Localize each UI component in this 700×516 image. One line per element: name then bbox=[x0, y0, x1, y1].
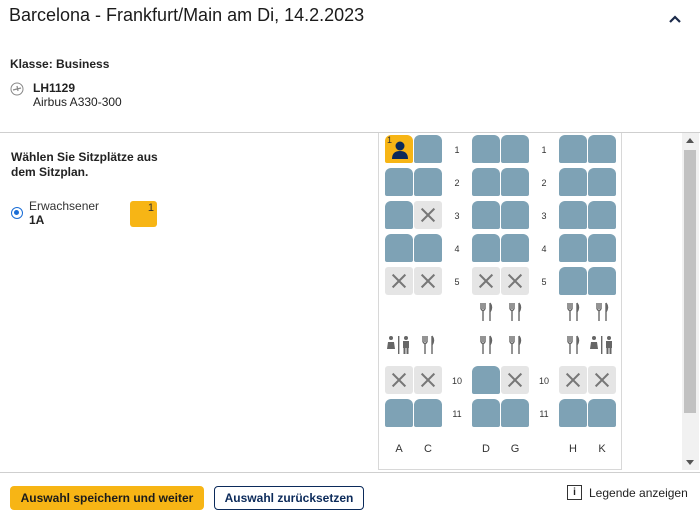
seat-5C bbox=[414, 267, 442, 295]
seat-5A bbox=[385, 267, 413, 295]
galley-icon bbox=[472, 334, 500, 356]
seat-10K bbox=[588, 366, 616, 394]
row-number: 4 bbox=[541, 244, 547, 254]
seat-5D bbox=[472, 267, 500, 295]
row-number: 11 bbox=[452, 409, 462, 419]
plane-icon bbox=[10, 82, 24, 96]
seat-10C bbox=[414, 366, 442, 394]
seat-2A[interactable] bbox=[385, 168, 413, 196]
scroll-thumb[interactable] bbox=[684, 150, 696, 413]
seat-2D[interactable] bbox=[472, 168, 500, 196]
seat-11D[interactable] bbox=[472, 399, 500, 427]
seat-1H[interactable] bbox=[559, 135, 587, 163]
seat-11H[interactable] bbox=[559, 399, 587, 427]
seat-instruction: Wählen Sie Sitzplätze aus dem Sitzplan. bbox=[11, 150, 158, 179]
seatmap-scrollbar[interactable] bbox=[682, 133, 699, 470]
column-label: A bbox=[395, 443, 403, 455]
flight-header: Barcelona - Frankfurt/Main am Di, 14.2.2… bbox=[0, 0, 700, 36]
row-number: 11 bbox=[539, 409, 549, 419]
row-number: 10 bbox=[538, 376, 549, 386]
passenger-index: 1 bbox=[147, 202, 154, 214]
column-label: C bbox=[424, 443, 432, 455]
galley-icon bbox=[559, 301, 587, 323]
row-number: 4 bbox=[454, 244, 460, 254]
chevron-up-icon[interactable] bbox=[666, 10, 684, 28]
seat-11C[interactable] bbox=[414, 399, 442, 427]
seat-map: 1 1 1 2 2 3 3 4 4 5 5 10 10 11 11 A C D G H K bbox=[378, 133, 622, 470]
seat-4C[interactable] bbox=[414, 234, 442, 262]
row-number: 10 bbox=[451, 376, 462, 386]
seat-11A[interactable] bbox=[385, 399, 413, 427]
seat-1D[interactable] bbox=[472, 135, 500, 163]
lavatory-icon bbox=[385, 334, 413, 356]
person-icon bbox=[392, 141, 408, 159]
galley-icon bbox=[588, 301, 616, 323]
seat-2H[interactable] bbox=[559, 168, 587, 196]
seat-1C[interactable] bbox=[414, 135, 442, 163]
galley-icon bbox=[414, 334, 442, 356]
seat-11G[interactable] bbox=[501, 399, 529, 427]
aircraft-type: Airbus A330-300 bbox=[33, 95, 122, 109]
reset-selection-button[interactable]: Auswahl zurücksetzen bbox=[214, 486, 364, 510]
seat-5H[interactable] bbox=[559, 267, 587, 295]
seat-10D[interactable] bbox=[472, 366, 500, 394]
galley-icon bbox=[472, 301, 500, 323]
lavatory-icon bbox=[588, 334, 616, 356]
galley-icon bbox=[501, 301, 529, 323]
row-number: 5 bbox=[454, 277, 460, 287]
class-label: Klasse: Business bbox=[10, 57, 110, 71]
seat-2C[interactable] bbox=[414, 168, 442, 196]
scroll-up-arrow-icon[interactable] bbox=[686, 138, 694, 143]
row-number: 5 bbox=[541, 277, 547, 287]
galley-icon bbox=[501, 334, 529, 356]
seat-2G[interactable] bbox=[501, 168, 529, 196]
row-number: 3 bbox=[454, 211, 460, 221]
row-number: 1 bbox=[454, 145, 460, 155]
passenger-radio[interactable] bbox=[11, 207, 23, 219]
column-label: H bbox=[569, 443, 577, 455]
seat-11K[interactable] bbox=[588, 399, 616, 427]
seat-3G[interactable] bbox=[501, 201, 529, 229]
passenger-seat-badge[interactable]: 1 bbox=[130, 201, 157, 227]
seat-4H[interactable] bbox=[559, 234, 587, 262]
divider bbox=[0, 472, 700, 473]
column-label: K bbox=[598, 443, 606, 455]
seat-10A bbox=[385, 366, 413, 394]
seat-1A[interactable]: 1 bbox=[385, 135, 413, 163]
seat-10H bbox=[559, 366, 587, 394]
column-label: D bbox=[482, 443, 490, 455]
row-number: 2 bbox=[454, 178, 460, 188]
seat-5K[interactable] bbox=[588, 267, 616, 295]
flight-number: LH1129 bbox=[33, 81, 76, 95]
passenger-type: Erwachsener bbox=[29, 199, 100, 213]
seat-1K[interactable] bbox=[588, 135, 616, 163]
galley-icon bbox=[559, 334, 587, 356]
seat-3A[interactable] bbox=[385, 201, 413, 229]
seat-5G bbox=[501, 267, 529, 295]
column-label: G bbox=[510, 443, 520, 455]
seat-10G bbox=[501, 366, 529, 394]
row-number: 3 bbox=[541, 211, 547, 221]
info-icon[interactable]: i bbox=[567, 485, 582, 500]
seat-3K[interactable] bbox=[588, 201, 616, 229]
page-title: Barcelona - Frankfurt/Main am Di, 14.2.2… bbox=[9, 5, 365, 25]
save-continue-button[interactable]: Auswahl speichern und weiter bbox=[10, 486, 204, 510]
scroll-down-arrow-icon[interactable] bbox=[686, 460, 694, 465]
passenger-seat: 1A bbox=[29, 213, 45, 227]
seat-4A[interactable] bbox=[385, 234, 413, 262]
seat-4G[interactable] bbox=[501, 234, 529, 262]
legend-link[interactable]: Legende anzeigen bbox=[589, 486, 688, 500]
seat-1G[interactable] bbox=[501, 135, 529, 163]
seat-3H[interactable] bbox=[559, 201, 587, 229]
seat-2K[interactable] bbox=[588, 168, 616, 196]
seat-3D[interactable] bbox=[472, 201, 500, 229]
row-number: 1 bbox=[541, 145, 547, 155]
seat-3C bbox=[414, 201, 442, 229]
seat-4D[interactable] bbox=[472, 234, 500, 262]
row-number: 2 bbox=[541, 178, 547, 188]
seat-4K[interactable] bbox=[588, 234, 616, 262]
